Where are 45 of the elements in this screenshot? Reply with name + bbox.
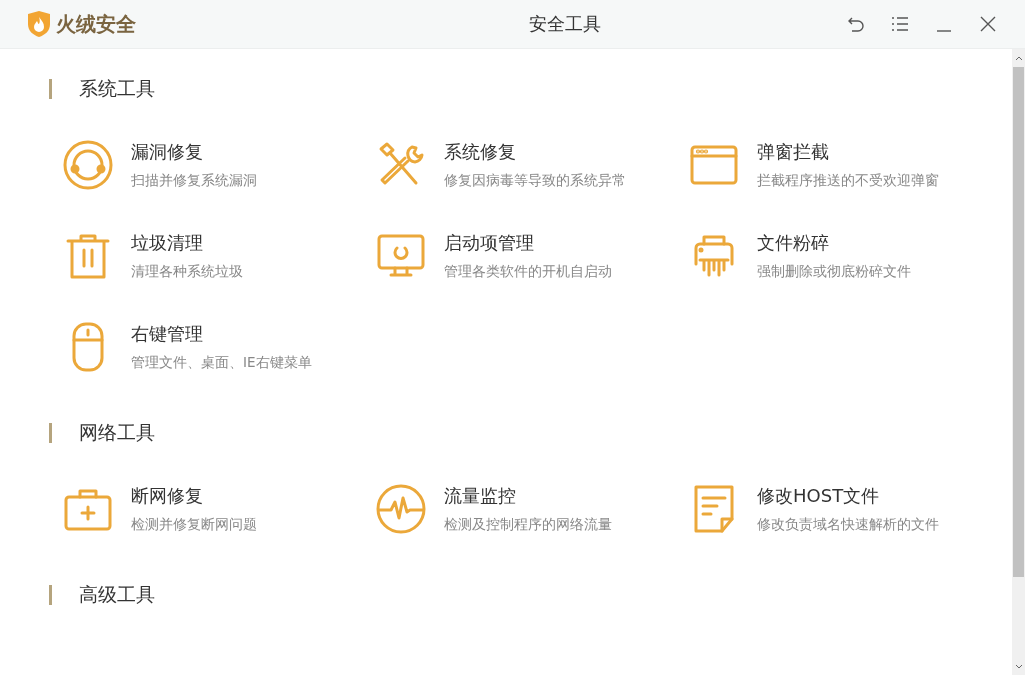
tool-title: 修改HOST文件 [757, 484, 881, 508]
tool-title: 断网修复 [131, 484, 204, 508]
scroll-thumb[interactable] [1013, 67, 1024, 577]
tool-description: 管理文件、桌面、IE右键菜单 [131, 354, 312, 372]
tool-description: 检测及控制程序的网络流量 [444, 516, 612, 534]
tool-title: 文件粉碎 [757, 231, 830, 255]
tool-description: 修改负责域名快速解析的文件 [757, 516, 939, 534]
tool-item[interactable]: 右键管理 管理文件、桌面、IE右键菜单 [62, 317, 375, 377]
scrollbar[interactable] [1012, 49, 1025, 675]
tool-item[interactable]: 弹窗拦截 拦截程序推送的不受欢迎弹窗 [688, 135, 1001, 195]
tool-title: 弹窗拦截 [757, 140, 830, 164]
scroll-up-icon[interactable] [1014, 55, 1023, 61]
tool-item[interactable]: 文件粉碎 强制删除或彻底粉碎文件 [688, 226, 1001, 286]
tool-title: 流量监控 [444, 484, 517, 508]
tool-item[interactable]: 系统修复 修复因病毒等导致的系统异常 [375, 135, 688, 195]
tool-title: 右键管理 [131, 322, 204, 346]
menu-icon [891, 17, 909, 31]
tool-description: 扫描并修复系统漏洞 [131, 172, 257, 190]
tool-item[interactable]: 修改HOST文件 修改负责域名快速解析的文件 [688, 479, 1001, 539]
tool-item[interactable]: 垃圾清理 清理各种系统垃圾 [62, 226, 375, 286]
section-heading: 系统工具 [79, 76, 155, 101]
shield-flame-logo-icon [28, 11, 50, 37]
tool-item[interactable]: 漏洞修复 扫描并修复系统漏洞 [62, 135, 375, 195]
section-heading: 高级工具 [79, 582, 155, 607]
minimize-icon [936, 30, 952, 32]
tool-item[interactable]: 启动项管理 管理各类软件的开机自启动 [375, 226, 688, 286]
tool-title: 系统修复 [444, 140, 517, 164]
tool-item[interactable]: 流量监控 检测及控制程序的网络流量 [375, 479, 688, 539]
close-icon [980, 16, 996, 32]
tool-description: 强制删除或彻底粉碎文件 [757, 263, 911, 281]
tool-title: 垃圾清理 [131, 231, 204, 255]
tool-item[interactable]: 断网修复 检测并修复断网问题 [62, 479, 375, 539]
tool-description: 清理各种系统垃圾 [131, 263, 243, 281]
app-name: 火绒安全 [56, 10, 136, 38]
scroll-down-icon[interactable] [1014, 663, 1023, 669]
tool-title: 漏洞修复 [131, 140, 204, 164]
tool-description: 检测并修复断网问题 [131, 516, 257, 534]
section-heading: 网络工具 [79, 420, 155, 445]
tool-title: 启动项管理 [444, 231, 535, 255]
back-arrow-icon [847, 16, 865, 32]
tool-description: 管理各类软件的开机自启动 [444, 263, 612, 281]
tool-description: 拦截程序推送的不受欢迎弹窗 [757, 172, 939, 190]
tool-description: 修复因病毒等导致的系统异常 [444, 172, 626, 190]
pulse-circle-icon [375, 483, 427, 535]
window-title: 安全工具 [527, 12, 602, 36]
